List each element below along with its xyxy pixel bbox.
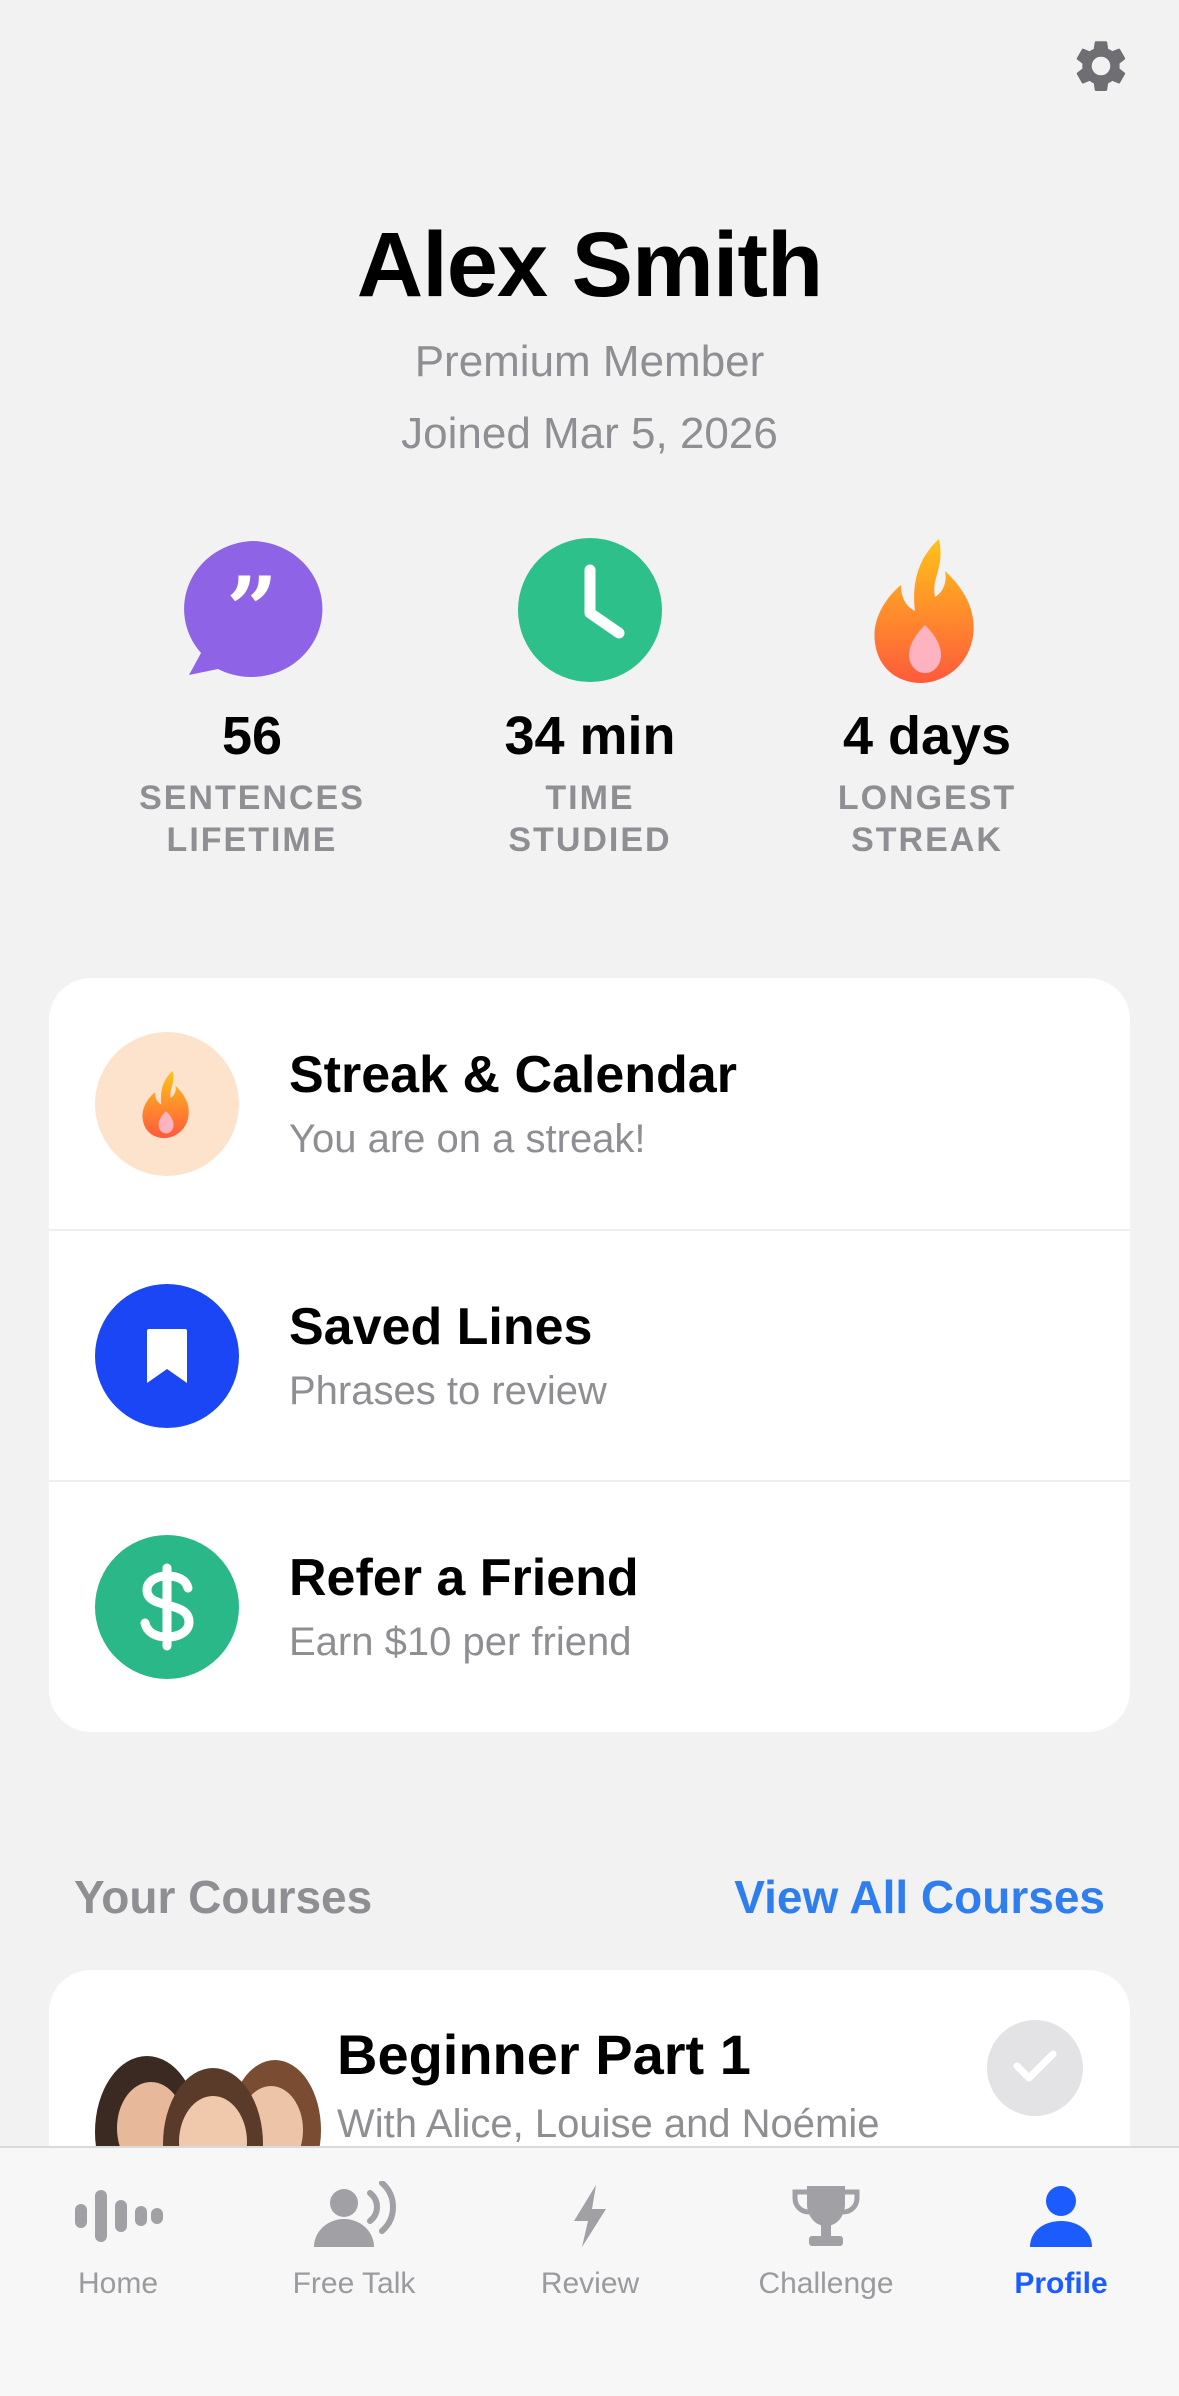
checkmark-icon [1012,2048,1058,2089]
menu-item-text: Refer a Friend Earn $10 per friend [289,1546,639,1668]
tab-challenge[interactable]: Challenge [708,2176,944,2304]
stat-label-line: STUDIED [508,821,672,859]
menu-item-subtitle: Earn $10 per friend [289,1619,632,1664]
course-title: Beginner Part 1 [337,2023,751,2086]
menu-item-title: Saved Lines [289,1297,593,1356]
profile-screen: Alex Smith Premium Member Joined Mar 5, … [0,0,1179,2396]
stat-longest-streak: 4 days LONGEST STREAK [767,535,1087,861]
menu-item-saved-lines[interactable]: Saved Lines Phrases to review [49,1229,1130,1480]
menu-item-refer-friend[interactable]: Refer a Friend Earn $10 per friend [49,1480,1130,1731]
tab-label: Review [540,2267,640,2300]
stat-label-line: STREAK [851,821,1003,859]
profile-menu-card: Streak & Calendar You are on a streak! S… [49,978,1130,1732]
gear-icon [1070,35,1132,102]
tab-review[interactable]: Review [472,2176,708,2304]
stat-label-line: TIME [545,779,635,817]
quote-bubble-icon: ” [177,535,327,685]
stat-value: 34 min [504,706,676,766]
stat-label: SENTENCES LIFETIME [92,777,412,861]
clock-icon [515,535,665,685]
view-all-courses-link[interactable]: View All Courses [734,1870,1105,1924]
settings-button[interactable] [1068,35,1134,101]
flame-icon [95,1031,239,1176]
stat-label: TIME STUDIED [430,777,750,861]
svg-text:”: ” [226,557,278,663]
menu-item-streak-calendar[interactable]: Streak & Calendar You are on a streak! [49,978,1130,1229]
course-complete-check[interactable] [987,2020,1083,2116]
trophy-icon [708,2176,944,2256]
dollar-icon [95,1534,239,1679]
lightning-icon [472,2176,708,2256]
profile-header: Alex Smith Premium Member Joined Mar 5, … [0,210,1179,466]
course-subtitle: With Alice, Louise and Noémie [337,2102,880,2146]
stat-label-line: LIFETIME [166,821,338,859]
tab-label: Profile [1014,2267,1108,2300]
tab-profile[interactable]: Profile [943,2176,1179,2304]
menu-item-text: Streak & Calendar You are on a streak! [289,1043,737,1165]
stat-sentences: ” 56 SENTENCES LIFETIME [92,535,412,861]
tab-free-talk[interactable]: Free Talk [236,2176,472,2304]
stat-label-line: SENTENCES [139,779,365,817]
tab-label: Challenge [758,2267,894,2300]
menu-item-title: Refer a Friend [289,1548,639,1607]
user-name: Alex Smith [356,214,823,316]
tab-bar: Home Free Talk Review Challenge Profile [0,2146,1179,2396]
menu-item-subtitle: You are on a streak! [289,1116,646,1161]
flame-icon [852,535,1002,685]
courses-section-header: Your Courses View All Courses [74,1870,1105,1924]
courses-section-title: Your Courses [74,1871,373,1923]
bookmark-icon [95,1283,239,1428]
join-date: Joined Mar 5, 2026 [401,409,778,458]
stat-label-line: LONGEST [837,779,1017,817]
tab-label: Home [77,2267,159,2300]
membership-status: Premium Member [414,337,765,386]
stat-value: 4 days [842,706,1012,766]
stats-row: ” 56 SENTENCES LIFETIME 34 min TIME STUD… [0,535,1179,859]
tab-label: Free Talk [292,2267,416,2300]
menu-item-subtitle: Phrases to review [289,1368,607,1413]
stat-time-studied: 34 min TIME STUDIED [430,535,750,861]
stat-label: LONGEST STREAK [767,777,1087,861]
stat-value: 56 [221,706,283,766]
menu-item-text: Saved Lines Phrases to review [289,1295,607,1417]
tab-home[interactable]: Home [0,2176,236,2304]
person-speaking-icon [236,2176,472,2256]
person-icon [943,2176,1179,2256]
menu-item-title: Streak & Calendar [289,1045,737,1104]
waveform-icon [0,2176,236,2256]
